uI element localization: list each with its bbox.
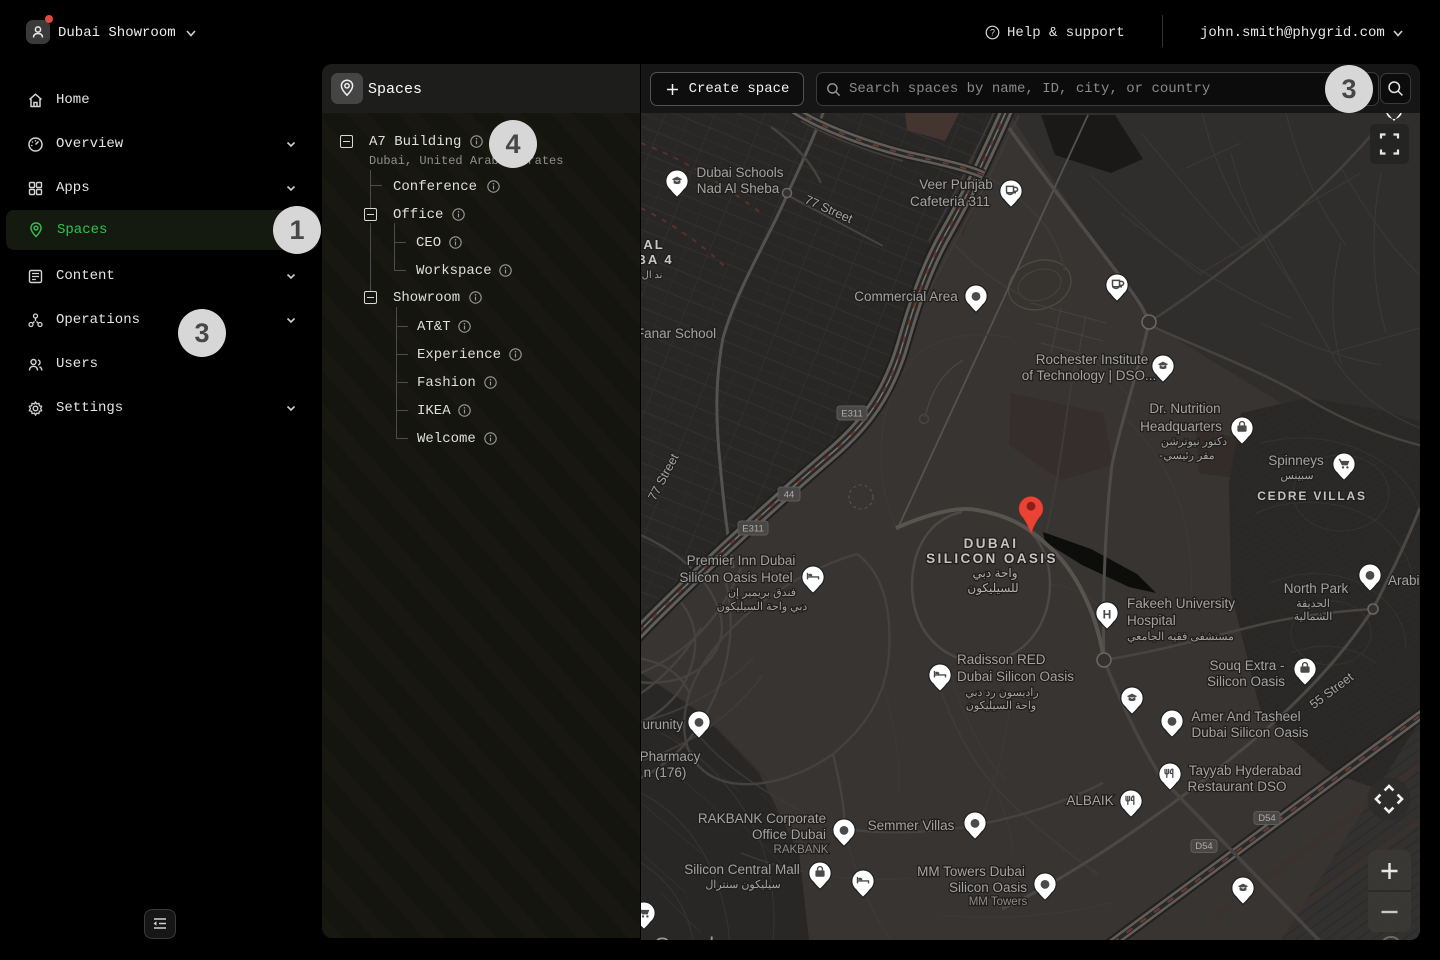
svg-text:دكتور نيوترشن: دكتور نيوترشن (1161, 436, 1227, 448)
svg-text:Arabi: Arabi (1388, 573, 1420, 588)
svg-text:E311: E311 (841, 409, 862, 420)
svg-text:فندق بريمير إن: فندق بريمير إن (728, 587, 796, 599)
svg-text:MM Towers Dubai: MM Towers Dubai (917, 864, 1025, 879)
svg-text:للسيليكون: للسيليكون (967, 581, 1018, 595)
svg-text:n (176): n (176) (644, 765, 687, 780)
svg-text:Pharmacy: Pharmacy (641, 749, 701, 764)
svg-text:Google: Google (654, 934, 728, 940)
svg-text:of Technology | DSO...: of Technology | DSO... (1022, 368, 1157, 383)
svg-text:Silicon Central Mall: Silicon Central Mall (684, 862, 800, 877)
svg-text:SILICON OASIS: SILICON OASIS (926, 551, 1058, 566)
svg-text:Amer And Tasheel: Amer And Tasheel (1191, 709, 1300, 724)
svg-text:راديسون رد دبي: راديسون رد دبي (965, 687, 1038, 699)
svg-text:CEDRE VILLAS: CEDRE VILLAS (1257, 489, 1367, 503)
svg-text:-: - (1159, 450, 1163, 462)
svg-text:44: 44 (784, 490, 795, 501)
svg-text:Fanar School: Fanar School (641, 326, 716, 341)
svg-text:urunity: urunity (642, 717, 683, 732)
svg-text:Dubai Silicon Oasis: Dubai Silicon Oasis (1191, 725, 1308, 740)
svg-text:DUBAI: DUBAI (964, 536, 1019, 551)
svg-text:Radisson RED: Radisson RED (957, 652, 1046, 667)
svg-text:BA 4: BA 4 (641, 252, 674, 267)
svg-text:Dubai Silicon Oasis: Dubai Silicon Oasis (957, 669, 1074, 684)
svg-text:مقر رئيسي: مقر رئيسي (1163, 450, 1214, 462)
svg-text:Hospital: Hospital (1127, 613, 1176, 628)
svg-text:D54: D54 (1258, 813, 1275, 824)
svg-text:Cafeteria 311: Cafeteria 311 (910, 194, 990, 209)
svg-text:?: ? (990, 28, 995, 38)
svg-text:Restaurant DSO: Restaurant DSO (1187, 779, 1286, 794)
svg-text:D54: D54 (1195, 841, 1212, 852)
svg-text:Premier Inn Dubai: Premier Inn Dubai (687, 553, 796, 568)
svg-text:Tayyab Hyderabad: Tayyab Hyderabad (1189, 763, 1302, 778)
svg-text:دبي واحة السيليكون: دبي واحة السيليكون (717, 601, 808, 613)
svg-text:Dr. Nutrition: Dr. Nutrition (1149, 401, 1220, 416)
svg-text:واحة السيليكون: واحة السيليكون (966, 700, 1036, 712)
svg-text:Spinneys: Spinneys (1268, 453, 1324, 468)
svg-text:Silicon Oasis: Silicon Oasis (949, 880, 1027, 895)
svg-text:Office Dubai: Office Dubai (752, 827, 826, 842)
svg-text:RAKBANK Corporate: RAKBANK Corporate (698, 811, 826, 826)
svg-text:مستشفى فقيه الجامعي: مستشفى فقيه الجامعي (1127, 631, 1234, 643)
svg-text:Dubai Schools: Dubai Schools (696, 165, 783, 180)
svg-text:سيليكون سنترال: سيليكون سنترال (705, 879, 780, 891)
svg-text:Semmer Villas: Semmer Villas (868, 818, 955, 833)
svg-text:ند ال: ند ال (642, 270, 663, 281)
svg-text:Veer Punjab: Veer Punjab (919, 177, 993, 192)
svg-text:Silicon Oasis Hotel: Silicon Oasis Hotel (679, 570, 792, 585)
svg-text:Nad Al Sheba: Nad Al Sheba (697, 181, 780, 196)
svg-text:RAKBANK: RAKBANK (774, 844, 829, 856)
svg-text:North Park: North Park (1284, 581, 1349, 596)
svg-text:واحة دبي: واحة دبي (973, 566, 1018, 580)
svg-text:E311: E311 (742, 524, 763, 535)
svg-text:MM Towers: MM Towers (969, 896, 1028, 908)
svg-text:ALBAIK: ALBAIK (1066, 793, 1113, 808)
svg-text:سبينس: سبينس (1280, 470, 1313, 482)
svg-text:Fakeeh University: Fakeeh University (1127, 596, 1235, 611)
svg-text:Souq Extra -: Souq Extra - (1209, 658, 1284, 673)
svg-text:Headquarters: Headquarters (1140, 419, 1222, 434)
svg-text:H: H (1103, 607, 1112, 621)
svg-text:الحديقة: الحديقة (1296, 598, 1330, 610)
svg-text:Rochester Institute: Rochester Institute (1036, 352, 1149, 367)
svg-text:Commercial Area: Commercial Area (854, 289, 958, 304)
svg-text:الشمالية: الشمالية (1294, 611, 1333, 623)
svg-text:AL: AL (643, 237, 664, 252)
svg-text:Silicon Oasis: Silicon Oasis (1207, 674, 1285, 689)
